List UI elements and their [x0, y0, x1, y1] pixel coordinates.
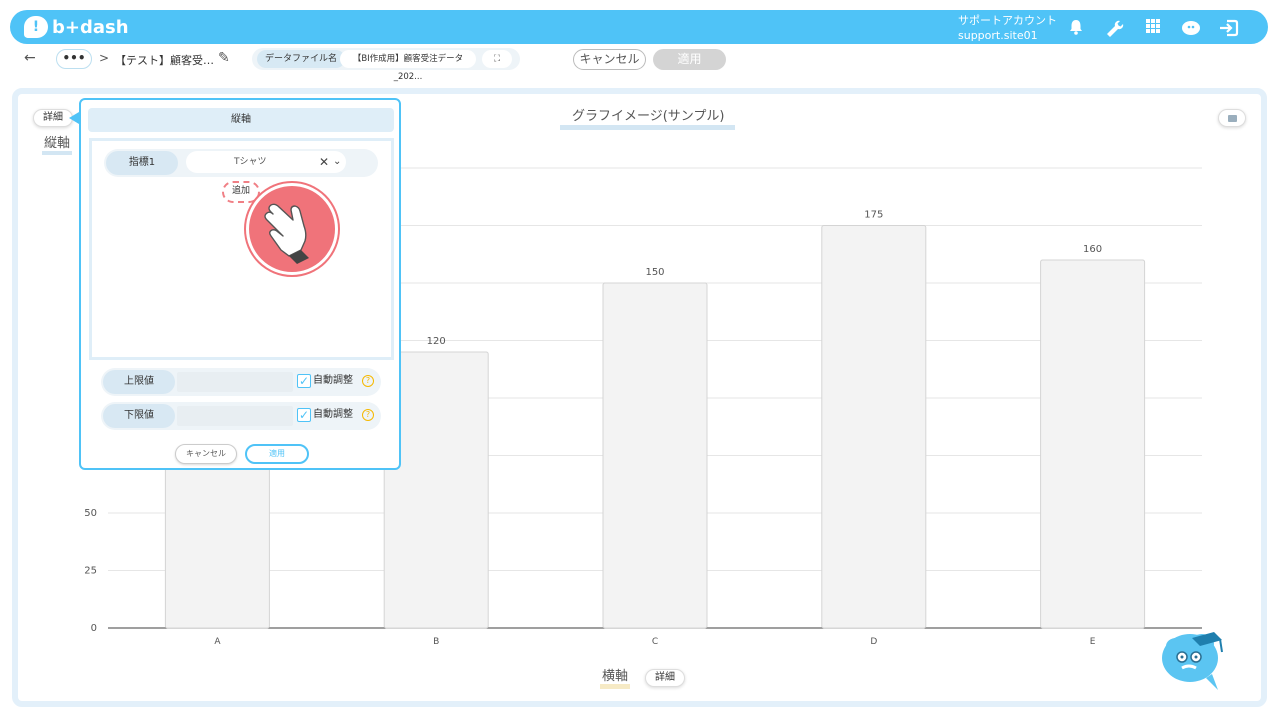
metric-row: 指標1 Tシャツ ✕ ⌄ [104, 149, 378, 177]
help-icon[interactable]: ? [362, 375, 374, 387]
metric-value: Tシャツ [234, 157, 267, 167]
mascot-icon[interactable] [1156, 624, 1232, 694]
bar-E [1040, 259, 1146, 629]
lower-auto-label: 自動調整 [313, 409, 353, 420]
x-axis-label: 横軸 [600, 670, 631, 689]
chart-title: グラフイメージ(サンプル) [560, 109, 735, 130]
lower-auto-checkbox[interactable]: ✓ [297, 408, 311, 422]
bar-D [821, 225, 927, 629]
metric-label: 指標1 [106, 151, 178, 175]
x-axis-detail-button[interactable]: 詳細 [645, 669, 685, 687]
x-tick-label: D [870, 637, 877, 647]
clear-icon[interactable]: ✕ [319, 151, 329, 173]
data-label-C: 150 [645, 267, 664, 278]
upper-limit-label: 上限値 [103, 370, 175, 394]
upper-auto-label: 自動調整 [313, 375, 353, 386]
x-tick-label: C [652, 637, 658, 647]
x-tick-label: E [1090, 637, 1096, 647]
chart-settings-icon[interactable] [1218, 109, 1246, 127]
y-axis-settings-popup: 縦軸 指標1 Tシャツ ✕ ⌄ 追加 上限値 ✓ 自動調整 ? 下限値 ✓ 自動… [79, 98, 401, 470]
lower-limit-label: 下限値 [103, 404, 175, 428]
popup-caret [69, 112, 79, 124]
pointer-hand-icon [246, 183, 338, 275]
data-label-D: 175 [864, 210, 883, 221]
x-tick-label: B [433, 637, 439, 647]
data-label-E: 160 [1083, 244, 1102, 255]
help-icon[interactable]: ? [362, 409, 374, 421]
lower-limit-row: 下限値 ✓ 自動調整 ? [101, 402, 381, 430]
popup-cancel-button[interactable]: キャンセル [175, 444, 237, 464]
chevron-down-icon[interactable]: ⌄ [333, 151, 341, 173]
metric-select[interactable]: Tシャツ ✕ ⌄ [186, 151, 346, 173]
popup-title: 縦軸 [88, 108, 394, 132]
upper-limit-input[interactable] [177, 372, 293, 392]
x-tick-label: A [214, 637, 221, 647]
y-tick-label: 0 [91, 623, 97, 634]
bar-C [602, 282, 708, 629]
data-label-B: 120 [427, 336, 446, 347]
y-tick-label: 50 [84, 508, 97, 519]
popup-apply-button[interactable]: 適用 [245, 444, 309, 464]
lower-limit-input[interactable] [177, 406, 293, 426]
y-axis-label: 縦軸 [42, 137, 73, 155]
y-axis-detail-button[interactable]: 詳細 [33, 109, 73, 127]
y-tick-label: 25 [84, 566, 97, 577]
metric-list: 指標1 Tシャツ ✕ ⌄ 追加 [89, 138, 394, 360]
upper-limit-row: 上限値 ✓ 自動調整 ? [101, 368, 381, 396]
upper-auto-checkbox[interactable]: ✓ [297, 374, 311, 388]
